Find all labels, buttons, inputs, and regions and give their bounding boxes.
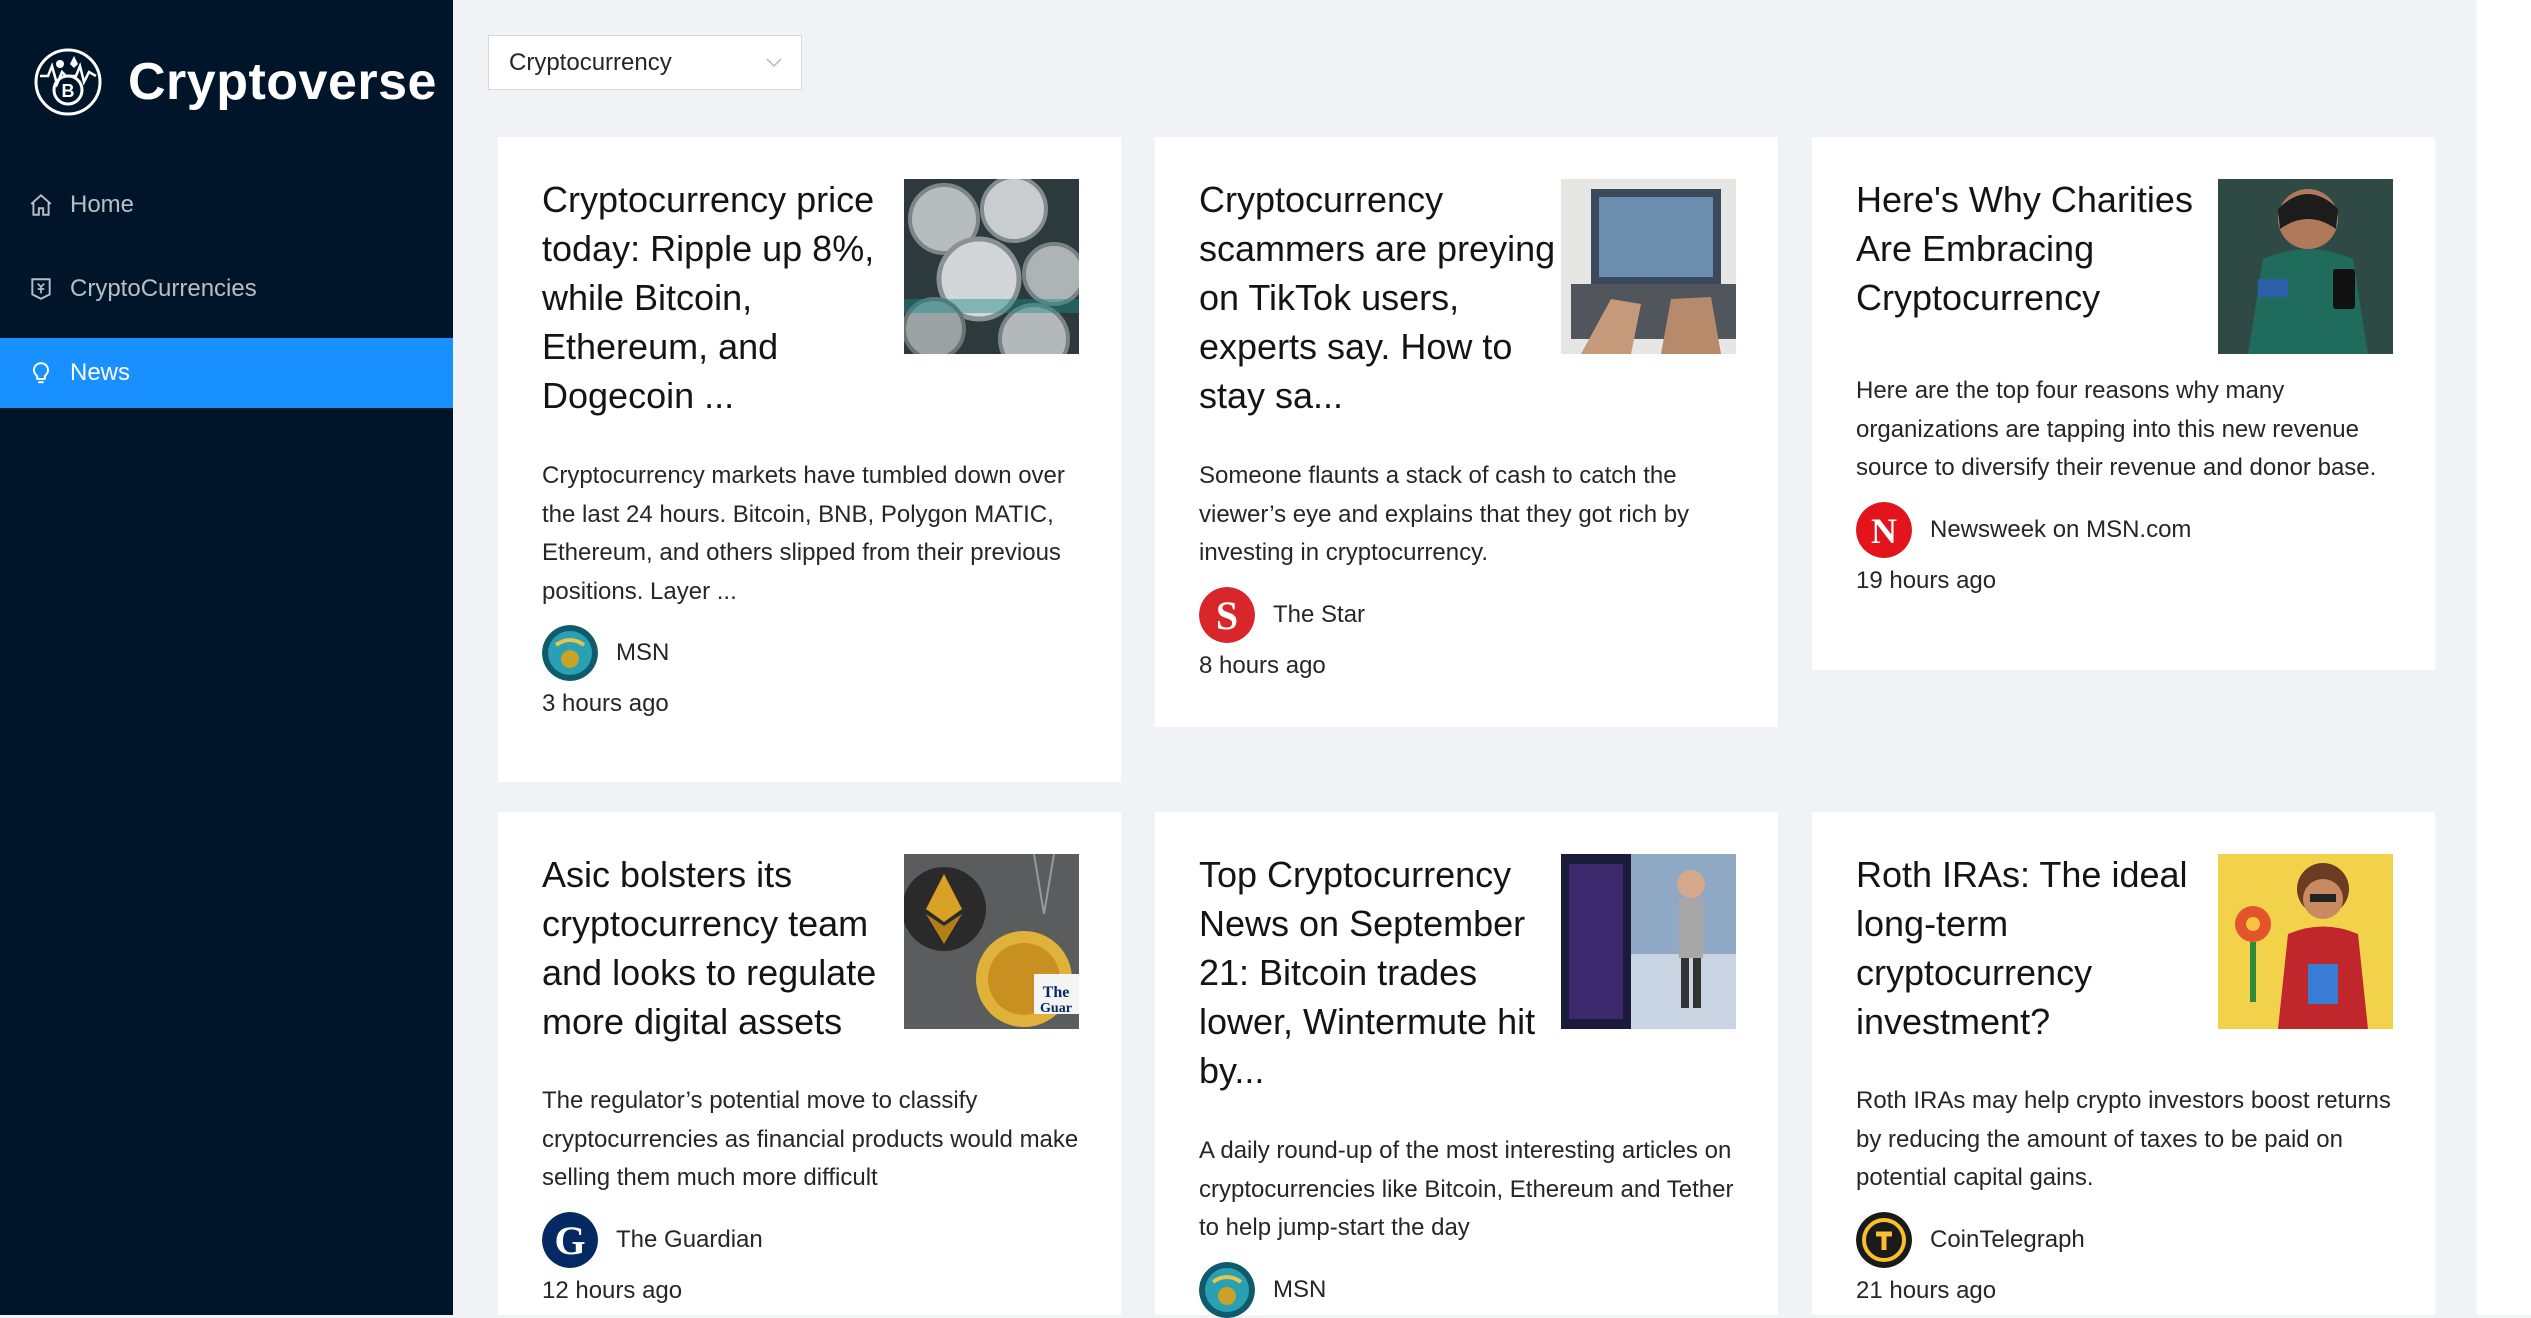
- provider-name: MSN: [1273, 1276, 1327, 1303]
- sidebar: B Cryptoverse Home CryptoCurrencies News: [0, 0, 453, 1315]
- news-image: [904, 179, 1079, 354]
- home-icon: [30, 193, 52, 216]
- sidebar-item-label: CryptoCurrencies: [70, 275, 257, 302]
- bulb-icon: [32, 362, 50, 384]
- cointelegraph-avatar-icon: [1856, 1212, 1912, 1268]
- news-description: The regulator’s potential move to classi…: [542, 1087, 1079, 1191]
- provider-name: The Guardian: [616, 1226, 763, 1253]
- news-title: Cryptocurrency price today: Ripple up 8%…: [542, 179, 875, 416]
- news-provider[interactable]: MSN: [1199, 1262, 1326, 1318]
- news-card[interactable]: Here's Why Charities Are Embracing Crypt…: [1812, 137, 2435, 670]
- news-description: Cryptocurrency markets have tumbled down…: [542, 462, 1065, 605]
- crypto-logo-icon: B: [32, 46, 104, 118]
- chevron-down-icon: [766, 58, 782, 68]
- sidebar-item-label: Home: [70, 191, 135, 218]
- news-description: Someone flaunts a stack of cash to catch…: [1199, 462, 1690, 566]
- news-provider[interactable]: MSN: [542, 625, 669, 681]
- news-description: A daily round-up of the most interesting…: [1199, 1137, 1734, 1241]
- svg-text:The: The: [1043, 984, 1070, 1001]
- sidebar-menu: Home CryptoCurrencies News: [0, 170, 453, 422]
- news-description: Roth IRAs may help crypto investors boos…: [1856, 1087, 2391, 1191]
- news-title: Here's Why Charities Are Embracing Crypt…: [1856, 179, 2193, 318]
- news-card[interactable]: Cryptocurrency price today: Ripple up 8%…: [498, 137, 1121, 782]
- news-image: [1561, 179, 1736, 354]
- the-star-avatar-icon: S: [1199, 587, 1255, 643]
- logo[interactable]: B Cryptoverse: [32, 42, 437, 122]
- svg-text:Guar: Guar: [1040, 1001, 1072, 1016]
- news-image: [2218, 854, 2393, 1029]
- news-image: [2218, 179, 2393, 354]
- scrollbar[interactable]: [2477, 0, 2531, 1315]
- news-title: Cryptocurrency scammers are preying on T…: [1199, 179, 1556, 416]
- sidebar-item-label: News: [70, 359, 131, 386]
- sidebar-item-home[interactable]: Home: [0, 170, 453, 240]
- category-select[interactable]: Cryptocurrency: [488, 35, 802, 90]
- svg-text:B: B: [62, 81, 75, 101]
- the-guardian-avatar-icon: G: [542, 1212, 598, 1268]
- news-provider[interactable]: N Newsweek on MSN.com: [1856, 502, 2191, 558]
- news-time: 12 hours ago: [542, 1277, 683, 1304]
- svg-text:G: G: [554, 1218, 585, 1263]
- news-title: Roth IRAs: The ideal long-term cryptocur…: [1856, 854, 2188, 1042]
- news-card[interactable]: Top Cryptocurrency News on September 21:…: [1155, 812, 1778, 1318]
- provider-name: The Star: [1273, 601, 1366, 628]
- news-time: 3 hours ago: [542, 690, 669, 717]
- news-card[interactable]: Cryptocurrency scammers are preying on T…: [1155, 137, 1778, 727]
- sidebar-item-cryptocurrencies[interactable]: CryptoCurrencies: [0, 254, 453, 324]
- provider-name: MSN: [616, 639, 670, 666]
- category-select-value: Cryptocurrency: [509, 48, 672, 76]
- newsweek-avatar-icon: N: [1856, 502, 1912, 558]
- news-description: Here are the top four reasons why many o…: [1856, 377, 2377, 481]
- news-image: [1561, 854, 1736, 1029]
- news-card[interactable]: Roth IRAs: The ideal long-term cryptocur…: [1812, 812, 2435, 1315]
- svg-text:S: S: [1216, 593, 1238, 638]
- msn-avatar-icon: [1199, 1262, 1255, 1318]
- app-title: Cryptoverse: [128, 53, 437, 111]
- news-provider[interactable]: G The Guardian: [542, 1212, 763, 1268]
- provider-name: Newsweek on MSN.com: [1930, 516, 2192, 543]
- msn-avatar-icon: [542, 625, 598, 681]
- svg-text:N: N: [1871, 511, 1897, 551]
- news-time: 8 hours ago: [1199, 652, 1326, 679]
- provider-name: CoinTelegraph: [1930, 1226, 2085, 1253]
- news-provider[interactable]: CoinTelegraph: [1856, 1212, 2085, 1268]
- news-card[interactable]: Asic bolsters its cryptocurrency team an…: [498, 812, 1121, 1315]
- news-provider[interactable]: S The Star: [1199, 587, 1365, 643]
- sidebar-item-news[interactable]: News: [0, 338, 453, 408]
- news-time: 19 hours ago: [1856, 567, 1997, 594]
- news-title: Asic bolsters its cryptocurrency team an…: [542, 854, 877, 1042]
- news-image: The Guar: [904, 854, 1079, 1029]
- money-collect-icon: [31, 278, 51, 300]
- news-time: 21 hours ago: [1856, 1277, 1997, 1304]
- news-title: Top Cryptocurrency News on September 21:…: [1199, 854, 1536, 1091]
